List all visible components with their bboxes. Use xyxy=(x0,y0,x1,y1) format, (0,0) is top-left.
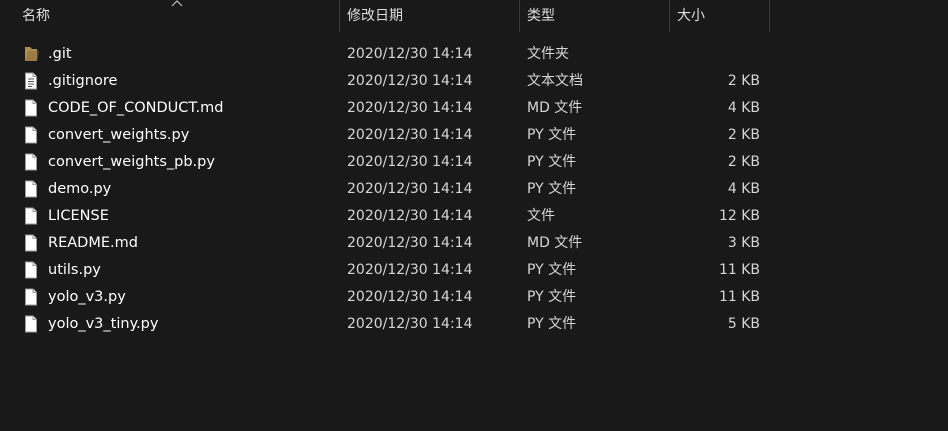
file-type: PY 文件 xyxy=(527,127,577,143)
file-modified-date: 2020/12/30 14:14 xyxy=(347,46,473,62)
file-name: yolo_v3_tiny.py xyxy=(48,316,159,332)
file-size: 2 KB xyxy=(727,154,760,170)
file-icon xyxy=(24,149,40,176)
file-size: 11 KB xyxy=(718,289,760,305)
file-size: 4 KB xyxy=(727,100,760,116)
file-list: .git 2020/12/30 14:14 文件夹 .gitignore 2020/12… xyxy=(0,41,948,338)
file-modified-date: 2020/12/30 14:14 xyxy=(347,289,473,305)
file-type: PY 文件 xyxy=(527,289,577,305)
column-header-size[interactable]: 大小 xyxy=(670,0,770,32)
file-name: convert_weights.py xyxy=(48,127,190,143)
file-name: .git xyxy=(48,46,72,62)
file-type: PY 文件 xyxy=(527,154,577,170)
file-size: 3 KB xyxy=(727,235,760,251)
file-type: MD 文件 xyxy=(527,100,583,116)
file-icon xyxy=(24,203,40,230)
file-modified-date: 2020/12/30 14:14 xyxy=(347,181,473,197)
file-name: convert_weights_pb.py xyxy=(48,154,215,170)
file-row[interactable]: LICENSE 2020/12/30 14:14 文件 12 KB xyxy=(0,203,948,230)
file-modified-date: 2020/12/30 14:14 xyxy=(347,262,473,278)
file-name: utils.py xyxy=(48,262,101,278)
column-header-bar: 名称 修改日期 类型 大小 xyxy=(0,0,948,32)
file-icon xyxy=(24,230,40,257)
file-icon xyxy=(24,95,40,122)
column-divider[interactable] xyxy=(769,0,770,32)
file-modified-date: 2020/12/30 14:14 xyxy=(347,235,473,251)
file-size: 12 KB xyxy=(718,208,760,224)
file-row[interactable]: yolo_v3.py 2020/12/30 14:14 PY 文件 11 KB xyxy=(0,284,948,311)
file-modified-date: 2020/12/30 14:14 xyxy=(347,154,473,170)
file-type: PY 文件 xyxy=(527,181,577,197)
file-icon xyxy=(24,311,40,338)
sort-ascending-icon xyxy=(171,0,183,7)
file-type: PY 文件 xyxy=(527,262,577,278)
file-type: MD 文件 xyxy=(527,235,583,251)
file-icon xyxy=(24,122,40,149)
column-header-date[interactable]: 修改日期 xyxy=(340,0,520,32)
file-name: CODE_OF_CONDUCT.md xyxy=(48,100,224,116)
folder-icon xyxy=(24,41,40,68)
file-name: LICENSE xyxy=(48,208,109,224)
file-row[interactable]: convert_weights.py 2020/12/30 14:14 PY 文件 2… xyxy=(0,122,948,149)
file-icon xyxy=(24,176,40,203)
file-name: .gitignore xyxy=(48,73,118,89)
file-row[interactable]: convert_weights_pb.py 2020/12/30 14:14 PY … xyxy=(0,149,948,176)
file-modified-date: 2020/12/30 14:14 xyxy=(347,127,473,143)
file-modified-date: 2020/12/30 14:14 xyxy=(347,316,473,332)
file-name: demo.py xyxy=(48,181,112,197)
file-name: yolo_v3.py xyxy=(48,289,126,305)
file-icon xyxy=(24,257,40,284)
column-header-name[interactable]: 名称 xyxy=(0,0,340,32)
file-size: 11 KB xyxy=(718,262,760,278)
column-header-type[interactable]: 类型 xyxy=(520,0,670,32)
file-size: 2 KB xyxy=(727,73,760,89)
file-size: 4 KB xyxy=(727,181,760,197)
file-row[interactable]: demo.py 2020/12/30 14:14 PY 文件 4 KB xyxy=(0,176,948,203)
file-row[interactable]: .gitignore 2020/12/30 14:14 文本文档 2 KB xyxy=(0,68,948,95)
file-size: 2 KB xyxy=(727,127,760,143)
file-type: 文件夹 xyxy=(527,46,569,62)
file-type: 文件 xyxy=(527,208,555,224)
text-file-icon xyxy=(24,68,40,95)
file-row[interactable]: utils.py 2020/12/30 14:14 PY 文件 11 KB xyxy=(0,257,948,284)
file-explorer: 名称 修改日期 类型 大小 .git 2020/12/30 14:14 文件夹 .gi… xyxy=(0,0,948,431)
file-row[interactable]: yolo_v3_tiny.py 2020/12/30 14:14 PY 文件 5 KB xyxy=(0,311,948,338)
file-name: README.md xyxy=(48,235,138,251)
file-size xyxy=(670,41,760,68)
file-modified-date: 2020/12/30 14:14 xyxy=(347,73,473,89)
file-row[interactable]: CODE_OF_CONDUCT.md 2020/12/30 14:14 MD 文件 4… xyxy=(0,95,948,122)
file-row[interactable]: README.md 2020/12/30 14:14 MD 文件 3 KB xyxy=(0,230,948,257)
file-type: PY 文件 xyxy=(527,316,577,332)
file-size: 5 KB xyxy=(727,316,760,332)
file-modified-date: 2020/12/30 14:14 xyxy=(347,100,473,116)
file-icon xyxy=(24,284,40,311)
file-type: 文本文档 xyxy=(527,73,583,89)
file-row[interactable]: .git 2020/12/30 14:14 文件夹 xyxy=(0,41,948,68)
file-modified-date: 2020/12/30 14:14 xyxy=(347,208,473,224)
